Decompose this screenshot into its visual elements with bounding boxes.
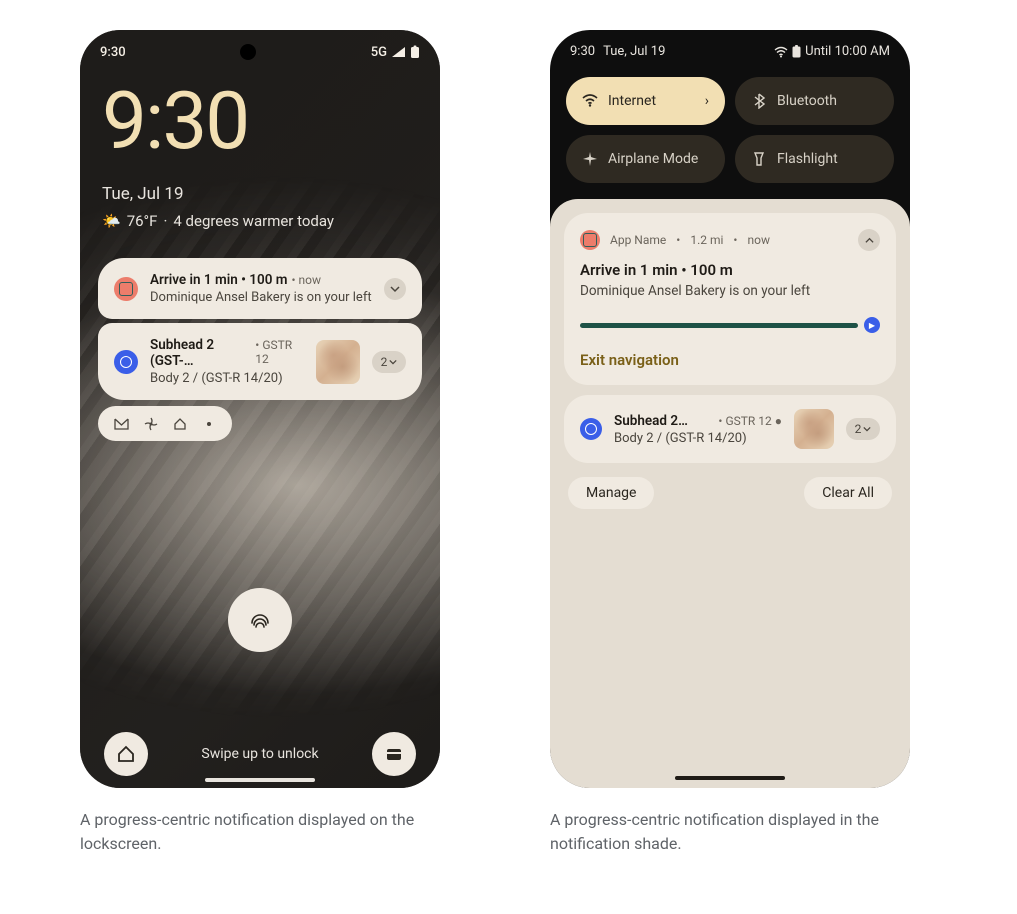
- notif-thumbnail: [316, 340, 360, 384]
- wifi-icon: [774, 46, 788, 58]
- notif-thumbnail: [794, 409, 834, 449]
- qs-label: Internet: [608, 93, 656, 109]
- battery-icon: [410, 45, 420, 59]
- battery-icon: [792, 45, 801, 58]
- app-icon-nav: [114, 277, 138, 301]
- weather-temp: 76°F: [127, 212, 158, 230]
- lockscreen-date: Tue, Jul 19: [80, 168, 440, 206]
- shade-phone: 9:30 Tue, Jul 19 Until 10:00 AM Internet…: [550, 30, 910, 788]
- status-time: 9:30: [100, 45, 126, 60]
- app-icon-generic: [580, 418, 602, 440]
- nav-handle[interactable]: [205, 778, 315, 782]
- status-right: 5G: [371, 45, 420, 60]
- sep: •: [676, 233, 680, 247]
- lockscreen-weather: 🌤️ 76°F · 4 degrees warmer today: [80, 206, 440, 230]
- progress-track: [580, 323, 858, 328]
- shade-status-bar: 9:30 Tue, Jul 19 Until 10:00 AM: [566, 30, 894, 69]
- home-icon: [172, 416, 187, 431]
- shade-notification-group[interactable]: Subhead 2… • GSTR 12 ● Body 2 / (GST-R 1…: [564, 395, 896, 463]
- expand-chevron-icon[interactable]: [384, 278, 406, 300]
- flashlight-icon: [751, 151, 767, 167]
- notification-panel: App Name • 1.2 mi • now Arrive in 1 min …: [550, 199, 910, 788]
- notif-title: Subhead 2…: [614, 413, 688, 429]
- notif-body: Dominique Ansel Bakery is on your left: [580, 283, 880, 299]
- airplane-icon: [582, 151, 598, 167]
- qs-label: Airplane Mode: [608, 151, 698, 167]
- qs-tile-bluetooth[interactable]: Bluetooth: [735, 77, 894, 125]
- notif-time: now: [299, 273, 322, 287]
- sep: •: [733, 233, 737, 247]
- dot-icon: [201, 416, 216, 431]
- notif-count: 2: [381, 355, 388, 369]
- lockscreen-icon-row[interactable]: [98, 406, 232, 441]
- notif-meta: GSTR 12: [255, 338, 292, 366]
- weather-icon: 🌤️: [102, 212, 121, 230]
- notif-subtitle: Dominique Ansel Bakery is on your left: [150, 290, 372, 305]
- shade-notification-nav[interactable]: App Name • 1.2 mi • now Arrive in 1 min …: [564, 213, 896, 385]
- status-until: Until 10:00 AM: [805, 44, 890, 59]
- status-time: 9:30: [570, 44, 595, 59]
- network-label: 5G: [371, 45, 387, 60]
- gmail-icon: [114, 416, 129, 431]
- weather-detail: 4 degrees warmer today: [173, 212, 334, 230]
- notif-title: Subhead 2 (GST-…: [150, 337, 251, 369]
- chevron-down-icon: [389, 358, 397, 366]
- fan-icon: [143, 416, 158, 431]
- progress-end-icon: ▶: [864, 317, 880, 333]
- app-name: App Name: [610, 233, 666, 247]
- home-shortcut-button[interactable]: [104, 732, 148, 776]
- notif-subtitle: Body 2 / (GST-R 14/20): [150, 371, 304, 386]
- lockscreen-notification-nav[interactable]: Arrive in 1 min • 100 m • now Dominique …: [98, 258, 422, 319]
- lockscreen-notification-group[interactable]: Subhead 2 (GST-… • GSTR 12 Body 2 / (GST…: [98, 323, 422, 400]
- status-bar: 9:30 5G: [80, 30, 440, 66]
- wallet-icon: [384, 744, 404, 764]
- caption-right: A progress-centric notification displaye…: [550, 808, 930, 856]
- app-icon-nav: [580, 230, 600, 250]
- qs-label: Bluetooth: [777, 93, 837, 109]
- notif-title: Arrive in 1 min • 100 m: [150, 272, 288, 288]
- qs-tile-airplane[interactable]: Airplane Mode: [566, 135, 725, 183]
- progress-bar: ▶: [580, 317, 880, 333]
- camera-hole: [240, 44, 256, 60]
- notif-title: Arrive in 1 min • 100 m: [580, 261, 880, 279]
- app-icon-generic: [114, 350, 138, 374]
- caption-left: A progress-centric notification displaye…: [80, 808, 460, 856]
- distance: 1.2 mi: [690, 233, 723, 247]
- clear-all-button[interactable]: Clear All: [804, 477, 892, 509]
- chevron-right-icon: ›: [705, 93, 709, 109]
- notif-meta: GSTR 12: [725, 414, 771, 428]
- bluetooth-icon: [751, 93, 767, 109]
- unlock-hint: Swipe up to unlock: [201, 746, 318, 762]
- fingerprint-button[interactable]: [228, 588, 292, 652]
- wifi-icon: [582, 93, 598, 109]
- signal-icon: [391, 46, 406, 58]
- time: now: [747, 233, 770, 247]
- lockscreen-clock: 9:30: [80, 66, 440, 168]
- collapse-chevron-icon[interactable]: [858, 229, 880, 251]
- qs-tile-flashlight[interactable]: Flashlight: [735, 135, 894, 183]
- notif-count: 2: [855, 422, 862, 436]
- exit-navigation-button[interactable]: Exit navigation: [580, 351, 880, 369]
- qs-label: Flashlight: [777, 151, 838, 167]
- notif-body: Body 2 / (GST-R 14/20): [614, 431, 782, 446]
- home-icon: [116, 744, 136, 764]
- nav-handle[interactable]: [675, 776, 785, 780]
- manage-button[interactable]: Manage: [568, 477, 654, 509]
- chevron-down-icon: [863, 425, 871, 433]
- wallet-shortcut-button[interactable]: [372, 732, 416, 776]
- notif-count-badge[interactable]: 2: [846, 418, 880, 440]
- status-date: Tue, Jul 19: [603, 44, 665, 59]
- qs-tile-internet[interactable]: Internet ›: [566, 77, 725, 125]
- notif-count-badge[interactable]: 2: [372, 351, 406, 373]
- weather-sep: ·: [163, 212, 167, 230]
- fingerprint-icon: [245, 605, 275, 635]
- lockscreen-phone: 9:30 5G 9:30 Tue, Jul 19 🌤️ 76°F · 4 deg…: [80, 30, 440, 788]
